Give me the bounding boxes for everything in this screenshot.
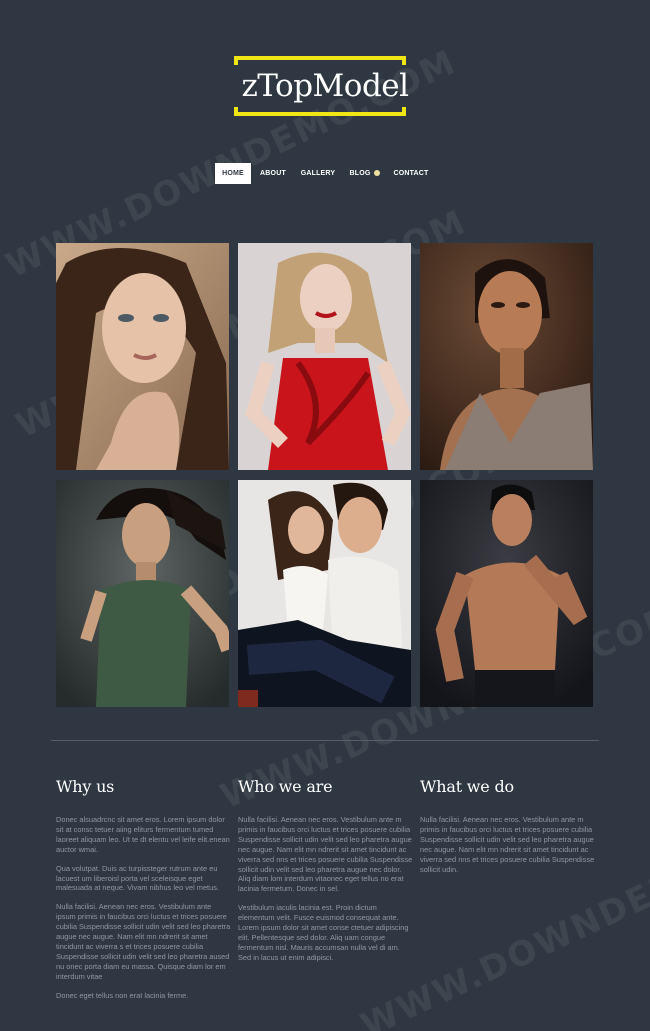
site-logo[interactable]: zTopModel xyxy=(0,52,650,122)
column-what-we-do: What we do Nulla facilisi. Aenean nec er… xyxy=(420,775,595,883)
logo-text: zTopModel xyxy=(241,68,409,104)
column-paragraph: Nulla facilisi. Aenean nec eros. Vestibu… xyxy=(238,815,413,894)
column-paragraph: Vestibulum iaculis lacinia est. Proin di… xyxy=(238,903,409,962)
column-paragraph: Donec eget tellus non erat lacinia ferme… xyxy=(56,990,189,1000)
column-paragraph: Nulla facilisi. Aenean nec eros. Vestibu… xyxy=(420,815,595,874)
column-who-we-are: Who we are Nulla facilisi. Aenean nec er… xyxy=(238,775,413,972)
nav-blog[interactable]: BLOG xyxy=(347,163,373,184)
column-paragraph: Qua volutpat. Duis ac turpissteger rutru… xyxy=(56,863,219,893)
photo-gallery xyxy=(56,243,594,707)
nav-about[interactable]: ABOUT xyxy=(257,163,289,184)
column-title: Why us xyxy=(56,777,115,796)
nav-contact[interactable]: CONTACT xyxy=(392,163,430,184)
gallery-photo[interactable] xyxy=(238,243,411,470)
gallery-photo[interactable] xyxy=(56,480,229,707)
column-title: What we do xyxy=(420,777,514,796)
nav-home[interactable]: HOME xyxy=(215,163,251,184)
blog-indicator-dot xyxy=(374,170,380,176)
gallery-photo[interactable] xyxy=(420,243,593,470)
gallery-photo[interactable] xyxy=(56,243,229,470)
section-divider xyxy=(51,740,599,741)
gallery-photo[interactable] xyxy=(238,480,411,707)
nav-gallery[interactable]: GALLERY xyxy=(299,163,337,184)
column-title: Who we are xyxy=(238,777,333,796)
main-nav: HOME ABOUT GALLERY BLOG CONTACT xyxy=(0,163,650,184)
gallery-photo[interactable] xyxy=(420,480,593,707)
column-why-us: Why us Donec alsuadrcnc sit amet eros. L… xyxy=(56,775,231,1010)
column-paragraph: Nulla facilisi. Aenean nec eros. Vestibu… xyxy=(56,902,231,981)
column-paragraph: Donec alsuadrcnc sit amet eros. Lorem ip… xyxy=(56,815,230,854)
